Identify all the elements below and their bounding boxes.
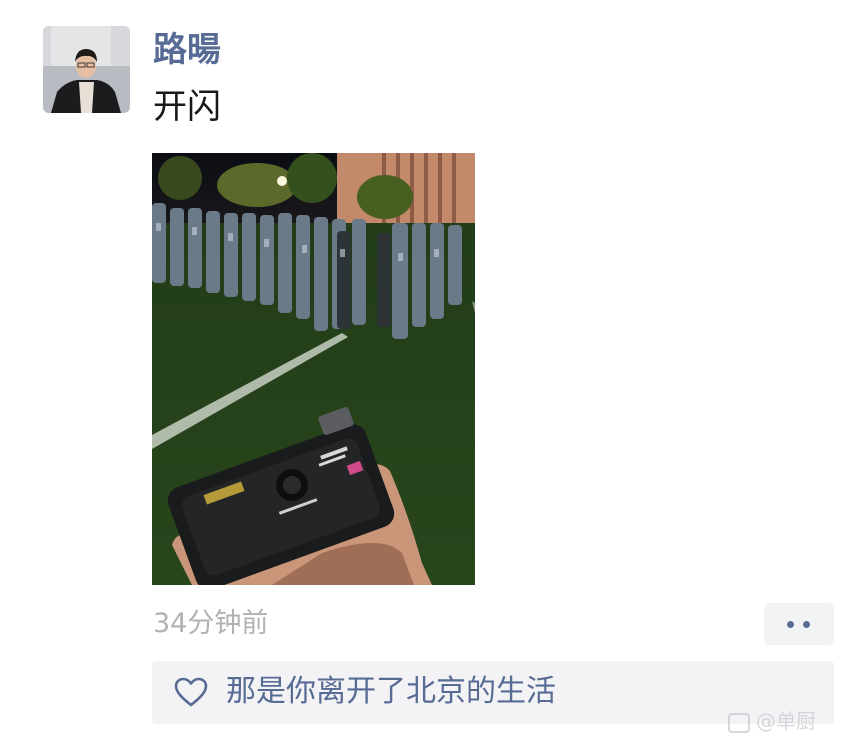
- heart-icon: [174, 677, 208, 707]
- more-dots-icon: [803, 621, 810, 628]
- avatar-photo: [43, 26, 130, 113]
- more-options-button[interactable]: [764, 603, 834, 645]
- post-timestamp: 34分钟前: [153, 608, 269, 639]
- photo-image: [152, 153, 475, 585]
- post-photo[interactable]: [152, 153, 475, 585]
- author-name[interactable]: 路暘: [153, 28, 221, 72]
- post-text: 开闪: [153, 87, 221, 127]
- watermark: @单厨: [728, 706, 838, 736]
- watermark-icon: [728, 712, 750, 733]
- author-avatar[interactable]: [43, 26, 130, 113]
- watermark-text: @单厨: [756, 709, 816, 733]
- more-dots-icon: [787, 621, 794, 628]
- likes-text[interactable]: 那是你离开了北京的生活: [226, 672, 556, 712]
